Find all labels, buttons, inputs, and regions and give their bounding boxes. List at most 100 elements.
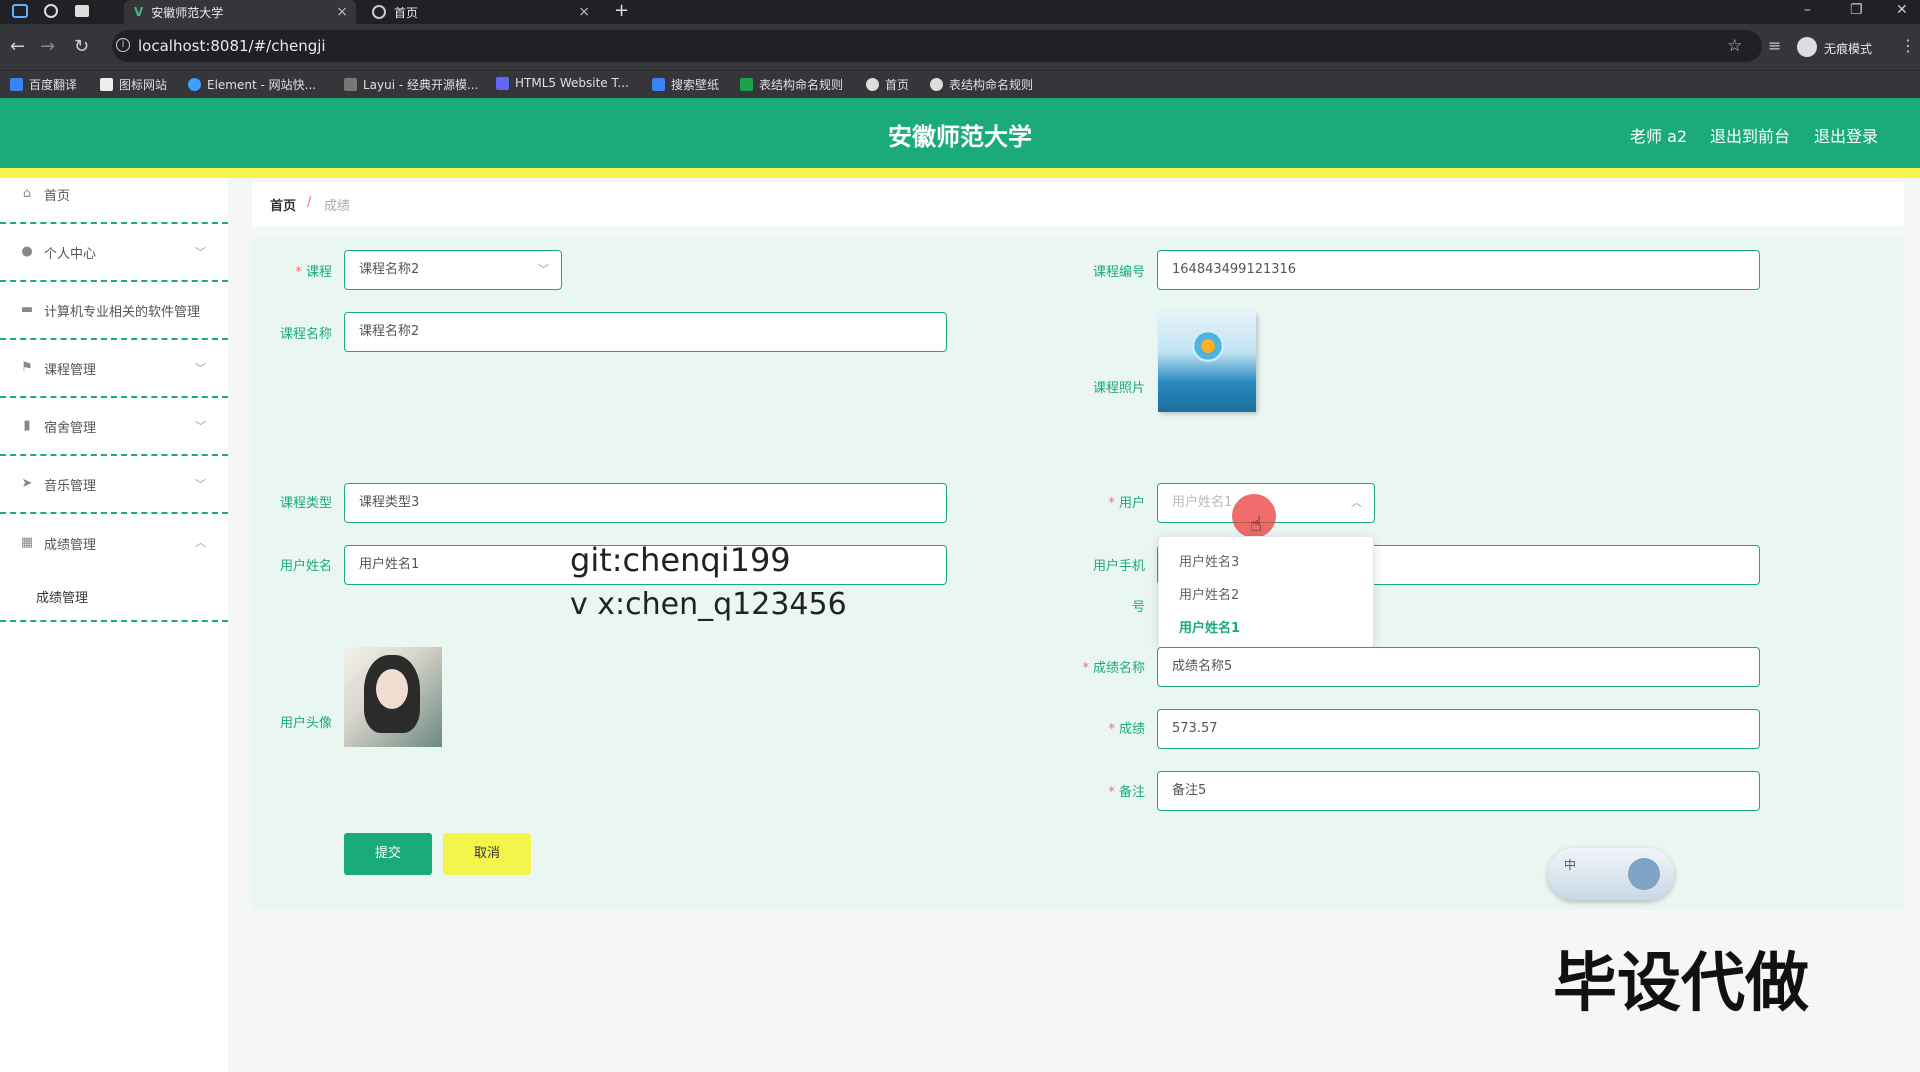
hand-cursor-icon: ☝ bbox=[1250, 512, 1263, 536]
header-accent-bar bbox=[0, 168, 1920, 178]
dropdown-option[interactable]: 用户姓名2 bbox=[1179, 584, 1239, 603]
home-icon: ⌂ bbox=[22, 186, 32, 201]
ime-toolbar[interactable]: 中 bbox=[1548, 848, 1674, 900]
bookmark-item[interactable]: Element - 网站快... bbox=[188, 76, 316, 93]
bookmark-item[interactable]: 图标网站 bbox=[100, 76, 167, 93]
tab-search-icon[interactable] bbox=[12, 4, 28, 18]
reading-list-icon[interactable]: ≡ bbox=[1768, 36, 1781, 55]
ime-label: 中 bbox=[1564, 858, 1577, 872]
dropdown-option-selected[interactable]: 用户姓名1 bbox=[1179, 617, 1240, 636]
window-icon[interactable] bbox=[75, 5, 89, 17]
new-tab-icon[interactable]: + bbox=[614, 0, 629, 21]
course-no-label: 课程编号 bbox=[1092, 265, 1145, 280]
tab-title: 首页 bbox=[394, 5, 419, 20]
note-label: * 备注 bbox=[1108, 785, 1145, 800]
flag-icon bbox=[100, 78, 113, 91]
element-logo-icon bbox=[188, 78, 201, 91]
avatar[interactable] bbox=[344, 647, 442, 747]
sidebar-item-dorm[interactable]: ▮ 宿舍管理 ﹀ bbox=[0, 398, 228, 456]
chevron-down-icon: ﹀ bbox=[195, 246, 206, 259]
sidebar-item-grades[interactable]: ▦ 成绩管理 ︿ bbox=[0, 514, 228, 572]
note-field[interactable]: 备注5 bbox=[1157, 771, 1760, 811]
bar-chart-icon: ▮ bbox=[23, 418, 31, 433]
grade-field[interactable]: 573.57 bbox=[1157, 709, 1760, 749]
watermark-vx: v x:chen_q123456 bbox=[570, 587, 847, 622]
bookmark-item[interactable]: 搜索壁纸 bbox=[652, 76, 719, 93]
bookmark-item[interactable]: Layui - 经典开源模... bbox=[344, 76, 478, 93]
breadcrumb-home[interactable]: 首页 bbox=[270, 195, 296, 214]
chevron-down-icon: ﹀ bbox=[195, 362, 206, 375]
breadcrumb: 首页 / 成绩 bbox=[252, 182, 1904, 226]
watermark-git: git:chenqi199 bbox=[570, 541, 791, 579]
user-phone-label: 用户手机 bbox=[1092, 559, 1145, 574]
forward-icon[interactable]: → bbox=[40, 36, 55, 57]
translate-icon bbox=[10, 78, 23, 91]
submit-button[interactable]: 提交 bbox=[344, 833, 432, 875]
avatar-label: 用户头像 bbox=[279, 716, 332, 731]
user-name-label: 用户姓名 bbox=[279, 559, 332, 574]
course-photo-label: 课程照片 bbox=[1092, 381, 1145, 396]
chevron-down-icon: ﹀ bbox=[538, 263, 549, 276]
vue-logo-icon: V bbox=[134, 5, 144, 19]
bookmark-item[interactable]: 百度翻译 bbox=[10, 76, 77, 93]
back-icon[interactable]: ← bbox=[10, 36, 25, 57]
reload-icon[interactable]: ↻ bbox=[74, 36, 89, 57]
bookmark-item[interactable]: 首页 bbox=[866, 76, 909, 93]
star-icon[interactable]: ☆ bbox=[1727, 36, 1742, 56]
course-select[interactable]: 课程名称2 ﹀ bbox=[344, 250, 562, 290]
menu-dots-icon[interactable]: ⋮ bbox=[1900, 36, 1916, 55]
minimize-icon[interactable]: – bbox=[1804, 2, 1811, 18]
chevron-down-icon: ﹀ bbox=[195, 478, 206, 491]
tab-inactive[interactable]: 首页 × bbox=[362, 0, 598, 24]
sidebar-item-music[interactable]: ➤ 音乐管理 ﹀ bbox=[0, 456, 228, 514]
bookmark-item[interactable]: HTML5 Website T... bbox=[496, 76, 629, 90]
grid-icon: ▦ bbox=[20, 535, 34, 550]
breadcrumb-current: 成绩 bbox=[324, 199, 351, 214]
globe-icon bbox=[372, 5, 386, 19]
course-label: * 课程 bbox=[295, 265, 332, 280]
course-name-field[interactable]: 课程名称2 bbox=[344, 312, 947, 352]
info-icon[interactable]: i bbox=[116, 38, 130, 52]
send-icon: ➤ bbox=[21, 476, 33, 491]
grade-label: * 成绩 bbox=[1108, 722, 1145, 737]
close-tab-icon[interactable]: × bbox=[336, 4, 348, 20]
close-tab-icon[interactable]: × bbox=[578, 4, 590, 20]
watermark-ad: 毕设代做 bbox=[1553, 947, 1809, 1021]
sidebar-item-home[interactable]: ⌂ 首页 bbox=[0, 166, 228, 224]
course-name-label: 课程名称 bbox=[279, 327, 332, 342]
user-icon: ● bbox=[21, 244, 33, 259]
restore-icon[interactable]: ❐ bbox=[1850, 2, 1863, 18]
sheet-icon bbox=[740, 78, 753, 91]
course-no-field[interactable]: 164843499121316 bbox=[1157, 250, 1760, 290]
chevron-down-icon: ﹀ bbox=[195, 420, 206, 433]
sidebar-subitem-grades[interactable]: 成绩管理 bbox=[0, 572, 228, 622]
course-type-field[interactable]: 课程类型3 bbox=[344, 483, 947, 523]
grade-name-field[interactable]: 成绩名称5 bbox=[1157, 647, 1760, 687]
cancel-button[interactable]: 取消 bbox=[443, 833, 531, 875]
current-user: 老师 a2 bbox=[1630, 127, 1688, 146]
dropdown-option[interactable]: 用户姓名3 bbox=[1179, 551, 1239, 570]
tab-active[interactable]: V 安徽师范大学 × bbox=[124, 0, 356, 24]
bookmark-item[interactable]: 表结构命名规则 bbox=[740, 76, 843, 93]
globe-icon[interactable] bbox=[44, 4, 58, 18]
sidebar-item-profile[interactable]: ● 个人中心 ﹀ bbox=[0, 224, 228, 282]
briefcase-icon: ▬ bbox=[20, 302, 34, 317]
incognito-icon[interactable] bbox=[1797, 37, 1817, 57]
browser-tab-bar: V 安徽师范大学 × 首页 × + – ❐ ✕ bbox=[0, 0, 1920, 24]
layui-logo-icon bbox=[344, 78, 357, 91]
sidebar-item-courses[interactable]: ⚑ 课程管理 ﹀ bbox=[0, 340, 228, 398]
grade-name-label: * 成绩名称 bbox=[1082, 661, 1145, 676]
user-dropdown: 用户姓名3 用户姓名2 用户姓名1 bbox=[1158, 536, 1374, 648]
close-window-icon[interactable]: ✕ bbox=[1896, 2, 1908, 18]
logout-link[interactable]: 退出登录 bbox=[1814, 123, 1878, 147]
url-input[interactable] bbox=[112, 30, 1762, 62]
sidebar-item-software[interactable]: ▬ 计算机专业相关的软件管理 bbox=[0, 282, 228, 340]
ime-mascot-icon bbox=[1628, 858, 1660, 890]
flag-icon: ⚑ bbox=[21, 360, 33, 375]
incognito-label[interactable]: 无痕模式 bbox=[1824, 40, 1872, 57]
wallpaper-icon bbox=[652, 78, 665, 91]
course-photo[interactable] bbox=[1158, 312, 1256, 412]
exit-to-front-link[interactable]: 退出到前台 bbox=[1710, 123, 1790, 147]
chevron-up-icon: ︿ bbox=[1351, 496, 1362, 509]
bookmark-item[interactable]: 表结构命名规则 bbox=[930, 76, 1033, 93]
